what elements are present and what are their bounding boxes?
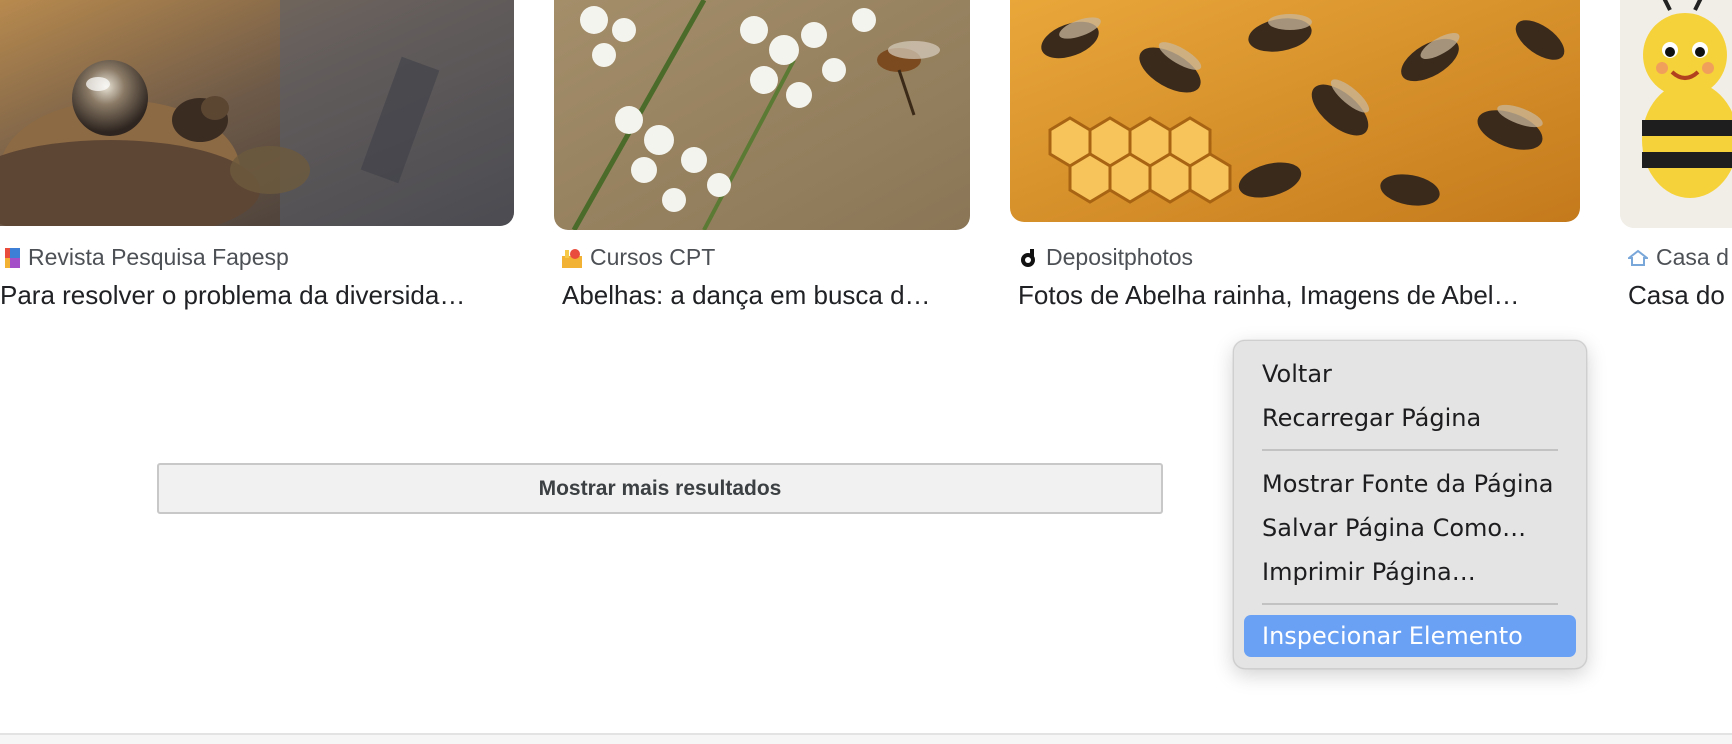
- result-source-label: Depositphotos: [1046, 243, 1194, 270]
- result-source[interactable]: Revista Pesquisa Fapesp: [0, 244, 289, 270]
- cpt-logo-icon: [562, 247, 582, 268]
- menu-item-view-page-source[interactable]: Mostrar Fonte da Página: [1244, 463, 1576, 505]
- menu-item-print-page[interactable]: Imprimir Página…: [1244, 551, 1576, 593]
- result-thumbnail-image[interactable]: [1010, 0, 1580, 222]
- result-source-label: Revista Pesquisa Fapesp: [28, 243, 289, 270]
- result-thumbnail-image[interactable]: [554, 0, 970, 230]
- result-source-label: Cursos CPT: [590, 243, 716, 270]
- result-source-label: Casa d: [1656, 243, 1729, 270]
- menu-item-back[interactable]: Voltar: [1244, 353, 1576, 395]
- menu-separator: [1262, 449, 1558, 451]
- menu-item-inspect-element[interactable]: Inspecionar Elemento: [1244, 615, 1576, 657]
- depositphotos-logo-icon: [1018, 247, 1038, 267]
- result-title-link[interactable]: Abelhas: a dança em busca d…: [562, 280, 962, 311]
- result-title-link[interactable]: Para resolver o problema da diversida…: [0, 280, 500, 311]
- result-thumbnail-image[interactable]: [1620, 0, 1732, 228]
- menu-item-reload-page[interactable]: Recarregar Página: [1244, 397, 1576, 439]
- result-source[interactable]: Casa d: [1626, 243, 1729, 270]
- show-more-results-button[interactable]: Mostrar mais resultados: [157, 463, 1163, 514]
- context-menu: Voltar Recarregar Página Mostrar Fonte d…: [1233, 340, 1587, 669]
- result-title-link[interactable]: Casa do: [1628, 280, 1732, 311]
- search-results-page: Revista Pesquisa Fapesp Para resolver o …: [0, 0, 1732, 744]
- result-source[interactable]: Cursos CPT: [562, 244, 715, 270]
- casa-logo-icon: [1626, 247, 1650, 267]
- bottom-bar: [0, 735, 1732, 744]
- menu-item-save-page-as[interactable]: Salvar Página Como…: [1244, 507, 1576, 549]
- fapesp-logo-icon: [0, 247, 20, 268]
- result-source[interactable]: Depositphotos: [1018, 244, 1193, 270]
- menu-separator: [1262, 603, 1558, 605]
- result-thumbnail-image[interactable]: [0, 0, 514, 226]
- result-title-link[interactable]: Fotos de Abelha rainha, Imagens de Abel…: [1018, 280, 1568, 311]
